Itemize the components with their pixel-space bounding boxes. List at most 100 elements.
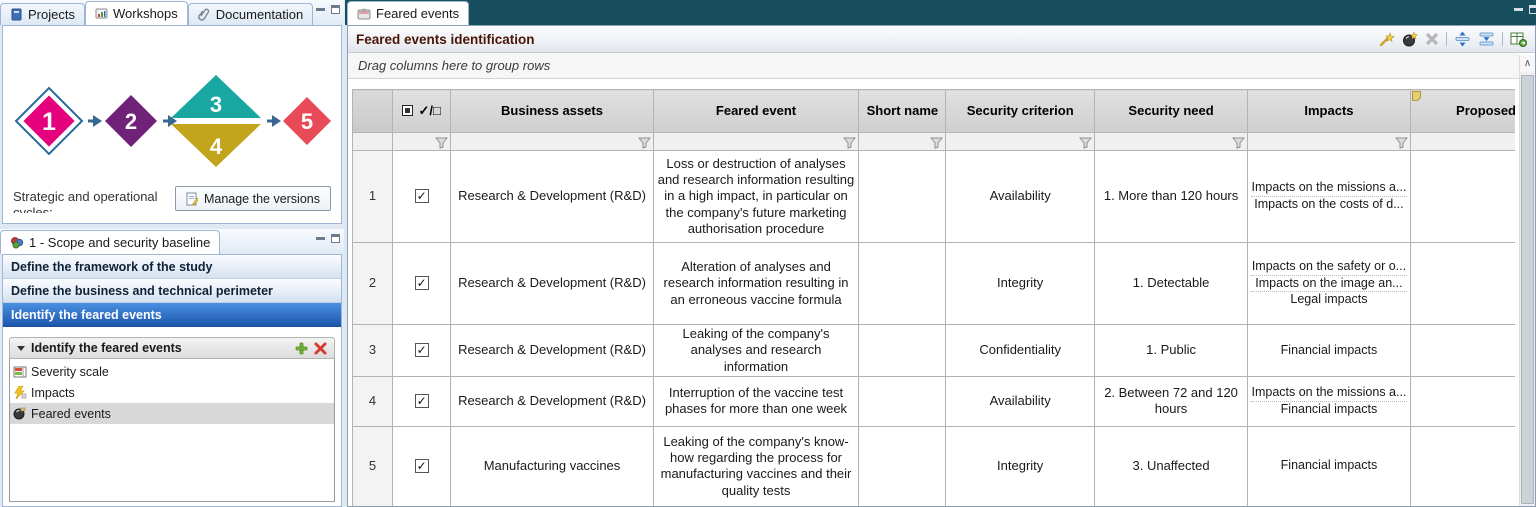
column-header-feared-event[interactable]: Feared event <box>652 89 860 133</box>
short-name-cell[interactable] <box>858 375 947 427</box>
filter-cell[interactable] <box>392 132 452 151</box>
group-by-bar[interactable]: Drag columns here to group rows <box>348 53 1519 79</box>
proposed-cell[interactable] <box>1409 375 1515 427</box>
proposed-cell[interactable] <box>1409 242 1515 325</box>
workshop-cycle-diagram[interactable]: 1 2 3 4 5 <box>9 64 339 179</box>
business-assets-cell[interactable]: Research & Development (R&D) <box>450 375 654 427</box>
expand-rows-icon[interactable] <box>1478 31 1495 47</box>
row-select-cell[interactable]: ✓ <box>392 425 452 506</box>
select-all-checkbox[interactable] <box>402 104 414 116</box>
restore-icon[interactable] <box>331 234 340 243</box>
impact-entry[interactable]: Financial impacts <box>1251 458 1406 474</box>
tab-projects[interactable]: Projects <box>0 3 85 25</box>
row-checkbox[interactable]: ✓ <box>414 394 429 409</box>
business-assets-cell[interactable]: Manufacturing vaccines <box>450 425 654 506</box>
feared-event-cell[interactable]: Alteration of analyses and research info… <box>652 242 860 325</box>
filter-cell[interactable] <box>1093 132 1249 151</box>
filter-funnel-icon[interactable] <box>435 137 449 149</box>
feared-event-cell[interactable]: Leaking of the company's know-how regard… <box>652 425 860 506</box>
security-need-cell[interactable]: 3. Unaffected <box>1093 425 1249 506</box>
filter-cell[interactable] <box>1247 132 1411 151</box>
step-define-perimeter[interactable]: Define the business and technical perime… <box>3 279 341 303</box>
list-item-feared-events[interactable]: Feared events <box>10 403 334 424</box>
business-assets-cell[interactable]: Research & Development (R&D) <box>450 242 654 325</box>
filter-funnel-icon[interactable] <box>930 137 944 149</box>
proposed-cell[interactable] <box>1409 150 1515 243</box>
filter-funnel-icon[interactable] <box>637 137 651 149</box>
feared-event-cell[interactable]: Leaking of the company's analyses and re… <box>652 324 860 377</box>
delete-disabled-icon[interactable] <box>1425 32 1439 46</box>
row-checkbox[interactable]: ✓ <box>414 189 429 204</box>
feared-event-cell[interactable]: Loss or destruction of analyses and rese… <box>652 150 860 243</box>
security-need-cell[interactable]: 2. Between 72 and 120 hours <box>1093 375 1249 427</box>
list-item-severity-scale[interactable]: Severity scale <box>10 361 334 382</box>
impacts-cell[interactable]: Financial impacts <box>1247 425 1411 506</box>
row-select-cell[interactable]: ✓ <box>392 150 452 243</box>
security-criterion-cell[interactable]: Availability <box>945 375 1095 427</box>
impact-entry[interactable]: Financial impacts <box>1251 343 1406 359</box>
row-checkbox[interactable]: ✓ <box>414 459 429 474</box>
step-define-framework[interactable]: Define the framework of the study <box>3 255 341 279</box>
impact-entry[interactable]: Impacts on the costs of d... <box>1251 197 1406 213</box>
filter-cell[interactable] <box>450 132 654 151</box>
scrollbar-thumb[interactable] <box>1521 75 1534 504</box>
business-assets-cell[interactable]: Research & Development (R&D) <box>450 324 654 377</box>
short-name-cell[interactable] <box>858 425 947 506</box>
security-criterion-cell[interactable]: Integrity <box>945 242 1095 325</box>
minimize-icon[interactable] <box>316 5 325 14</box>
row-select-cell[interactable]: ✓ <box>392 242 452 325</box>
row-number-cell[interactable]: 1 <box>352 150 394 243</box>
select-column-header[interactable]: ✓/□ <box>392 89 452 133</box>
column-header-short-name[interactable]: Short name <box>858 89 947 133</box>
row-number-column-header[interactable] <box>352 89 394 133</box>
impact-entry[interactable]: Legal impacts <box>1251 292 1406 308</box>
impacts-cell[interactable]: Impacts on the missions a... Impacts on t… <box>1247 150 1411 243</box>
proposed-cell[interactable] <box>1409 425 1515 506</box>
short-name-cell[interactable] <box>858 324 947 377</box>
security-need-cell[interactable]: 1. More than 120 hours <box>1093 150 1249 243</box>
collapse-rows-icon[interactable] <box>1454 31 1471 47</box>
scroll-up-button[interactable]: ∧ <box>1520 55 1535 72</box>
short-name-cell[interactable] <box>858 242 947 325</box>
row-number-cell[interactable]: 3 <box>352 324 394 377</box>
row-checkbox[interactable]: ✓ <box>414 276 429 291</box>
vertical-scrollbar[interactable]: ∧ <box>1519 55 1535 506</box>
tab-scope-security-baseline[interactable]: 1 - Scope and security baseline <box>0 230 221 254</box>
security-need-cell[interactable]: 1. Detectable <box>1093 242 1249 325</box>
proposed-cell[interactable] <box>1409 324 1515 377</box>
filter-funnel-icon[interactable] <box>1078 137 1092 149</box>
tab-documentation[interactable]: Documentation <box>187 3 314 25</box>
row-number-cell[interactable]: 4 <box>352 375 394 427</box>
security-need-cell[interactable]: 1. Public <box>1093 324 1249 377</box>
delete-icon[interactable] <box>314 342 327 355</box>
security-criterion-cell[interactable]: Confidentiality <box>945 324 1095 377</box>
impacts-cell[interactable]: Impacts on the safety or o... Impacts on … <box>1247 242 1411 325</box>
column-header-business-assets[interactable]: Business assets <box>450 89 654 133</box>
business-assets-cell[interactable]: Research & Development (R&D) <box>450 150 654 243</box>
filter-funnel-icon[interactable] <box>1394 137 1408 149</box>
step-identify-feared-events[interactable]: Identify the feared events <box>3 303 341 327</box>
impacts-cell[interactable]: Financial impacts <box>1247 324 1411 377</box>
impact-entry[interactable]: Impacts on the safety or o... <box>1251 259 1407 276</box>
list-item-impacts[interactable]: Impacts <box>10 382 334 403</box>
impact-entry[interactable]: Impacts on the missions a... <box>1251 385 1407 402</box>
column-header-proposed[interactable]: Proposed <box>1409 89 1515 133</box>
filter-cell[interactable] <box>652 132 860 151</box>
impact-entry[interactable]: Financial impacts <box>1251 402 1406 418</box>
minimize-icon[interactable] <box>316 234 325 243</box>
row-number-cell[interactable]: 2 <box>352 242 394 325</box>
filter-cell[interactable] <box>945 132 1095 151</box>
security-criterion-cell[interactable]: Integrity <box>945 425 1095 506</box>
manage-versions-button[interactable]: Manage the versions <box>174 186 331 211</box>
magic-wand-icon[interactable] <box>1379 31 1395 47</box>
bomb-icon[interactable] <box>1402 31 1418 47</box>
impact-entry[interactable]: Impacts on the image an... <box>1251 276 1407 293</box>
short-name-cell[interactable] <box>858 150 947 243</box>
column-header-security-criterion[interactable]: Security criterion <box>945 89 1095 133</box>
security-criterion-cell[interactable]: Availability <box>945 150 1095 243</box>
column-header-impacts[interactable]: Impacts <box>1247 89 1411 133</box>
filter-funnel-icon[interactable] <box>1232 137 1246 149</box>
row-number-cell[interactable]: 5 <box>352 425 394 506</box>
filter-cell[interactable] <box>858 132 947 151</box>
tab-feared-events[interactable]: Feared events <box>347 1 470 25</box>
